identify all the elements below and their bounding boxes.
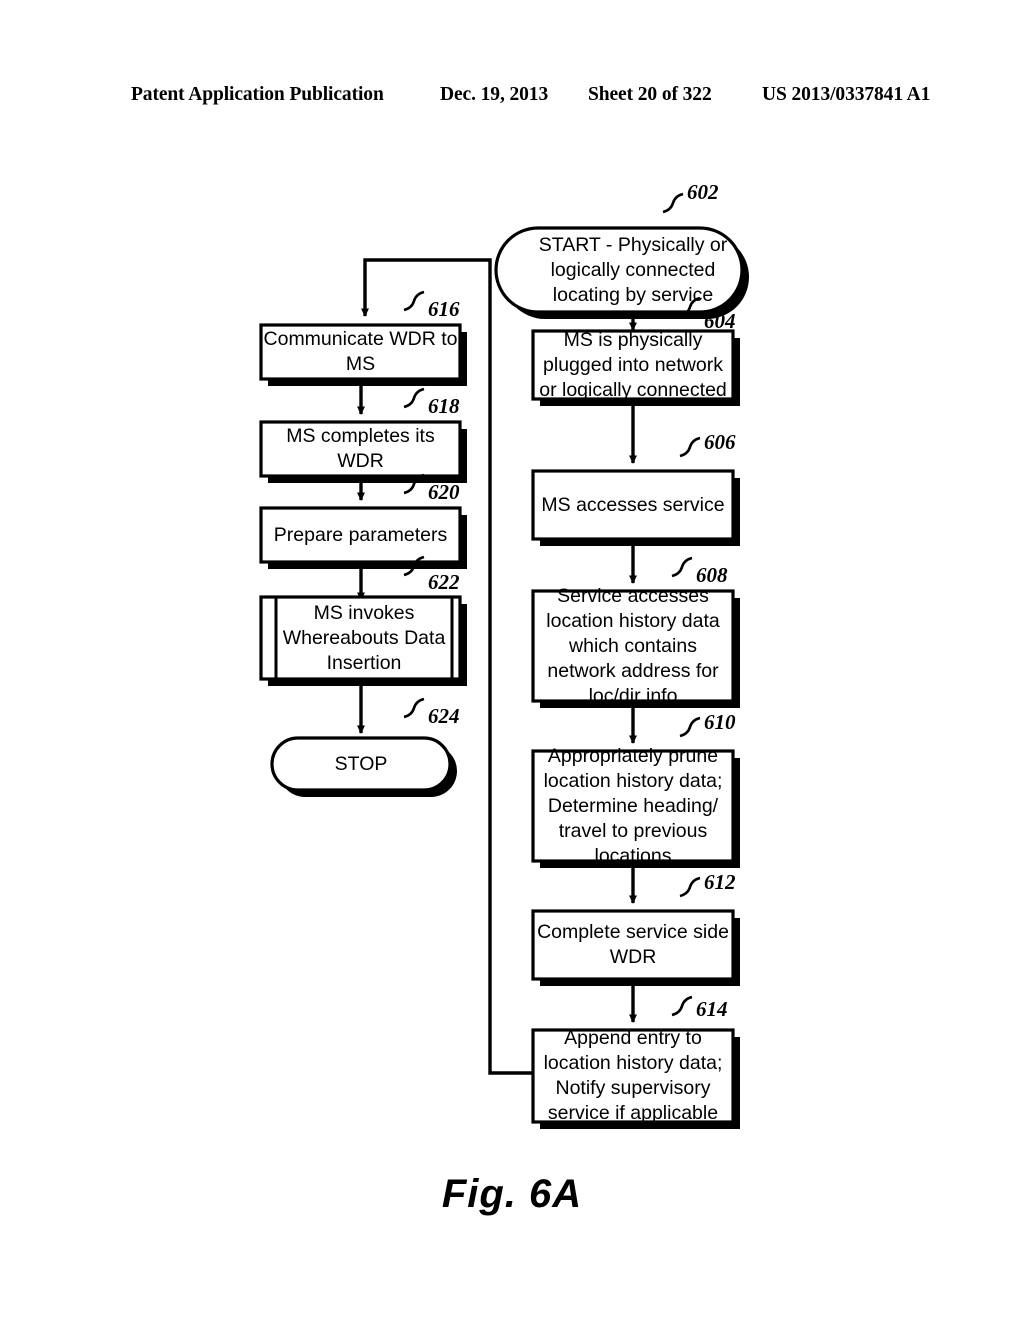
ref-numeral-606: 606: [704, 430, 736, 454]
node-604: [531, 329, 740, 406]
node-610: [531, 749, 740, 868]
node-616-body: [259, 323, 462, 381]
leader-624: [403, 697, 425, 719]
node-612-body: [531, 909, 735, 981]
node-622-predefined-process: [259, 595, 467, 686]
leader-612: [679, 876, 701, 898]
ref-numeral-616: 616: [428, 297, 460, 321]
node-606-body: [531, 469, 735, 541]
ref-numeral-622: 622: [428, 570, 460, 594]
node-618: [259, 420, 467, 483]
ref-numeral-612: 612: [704, 870, 736, 894]
ref-numeral-614: 614: [696, 997, 728, 1021]
leader-610: [679, 716, 701, 738]
ref-numeral-624: 624: [428, 704, 460, 728]
node-610-body: [531, 749, 735, 863]
leader-618: [403, 387, 425, 409]
node-622-body: [259, 595, 462, 681]
node-620: [259, 506, 467, 569]
node-612: [531, 909, 740, 986]
node-604-body: [531, 329, 735, 401]
node-608: [531, 589, 740, 708]
node-614-body: [531, 1028, 735, 1124]
ref-numeral-620: 620: [428, 480, 460, 504]
node-624-body: [270, 736, 452, 792]
node-602-start: [494, 226, 749, 319]
node-606: [531, 469, 740, 546]
node-602-body: [494, 226, 744, 314]
leader-602: [662, 192, 684, 214]
node-608-body: [531, 589, 735, 703]
ref-numeral-608: 608: [696, 563, 728, 587]
node-620-body: [259, 506, 462, 564]
leader-616: [403, 290, 425, 312]
ref-numeral-618: 618: [428, 394, 460, 418]
ref-numeral-602: 602: [687, 180, 719, 204]
figure-caption: Fig. 6A: [441, 1172, 583, 1216]
flowchart-diagram: START - Physically or logically connecte…: [0, 0, 1024, 1320]
ref-numeral-604: 604: [704, 309, 736, 333]
node-614: [531, 1028, 740, 1129]
node-624-stop: [270, 736, 457, 797]
leader-614: [671, 995, 693, 1017]
node-616: [259, 323, 467, 386]
flowchart-svg: [259, 192, 749, 1129]
leader-608: [671, 556, 693, 578]
ref-numeral-610: 610: [704, 710, 736, 734]
leader-606: [679, 436, 701, 458]
node-618-body: [259, 420, 462, 478]
